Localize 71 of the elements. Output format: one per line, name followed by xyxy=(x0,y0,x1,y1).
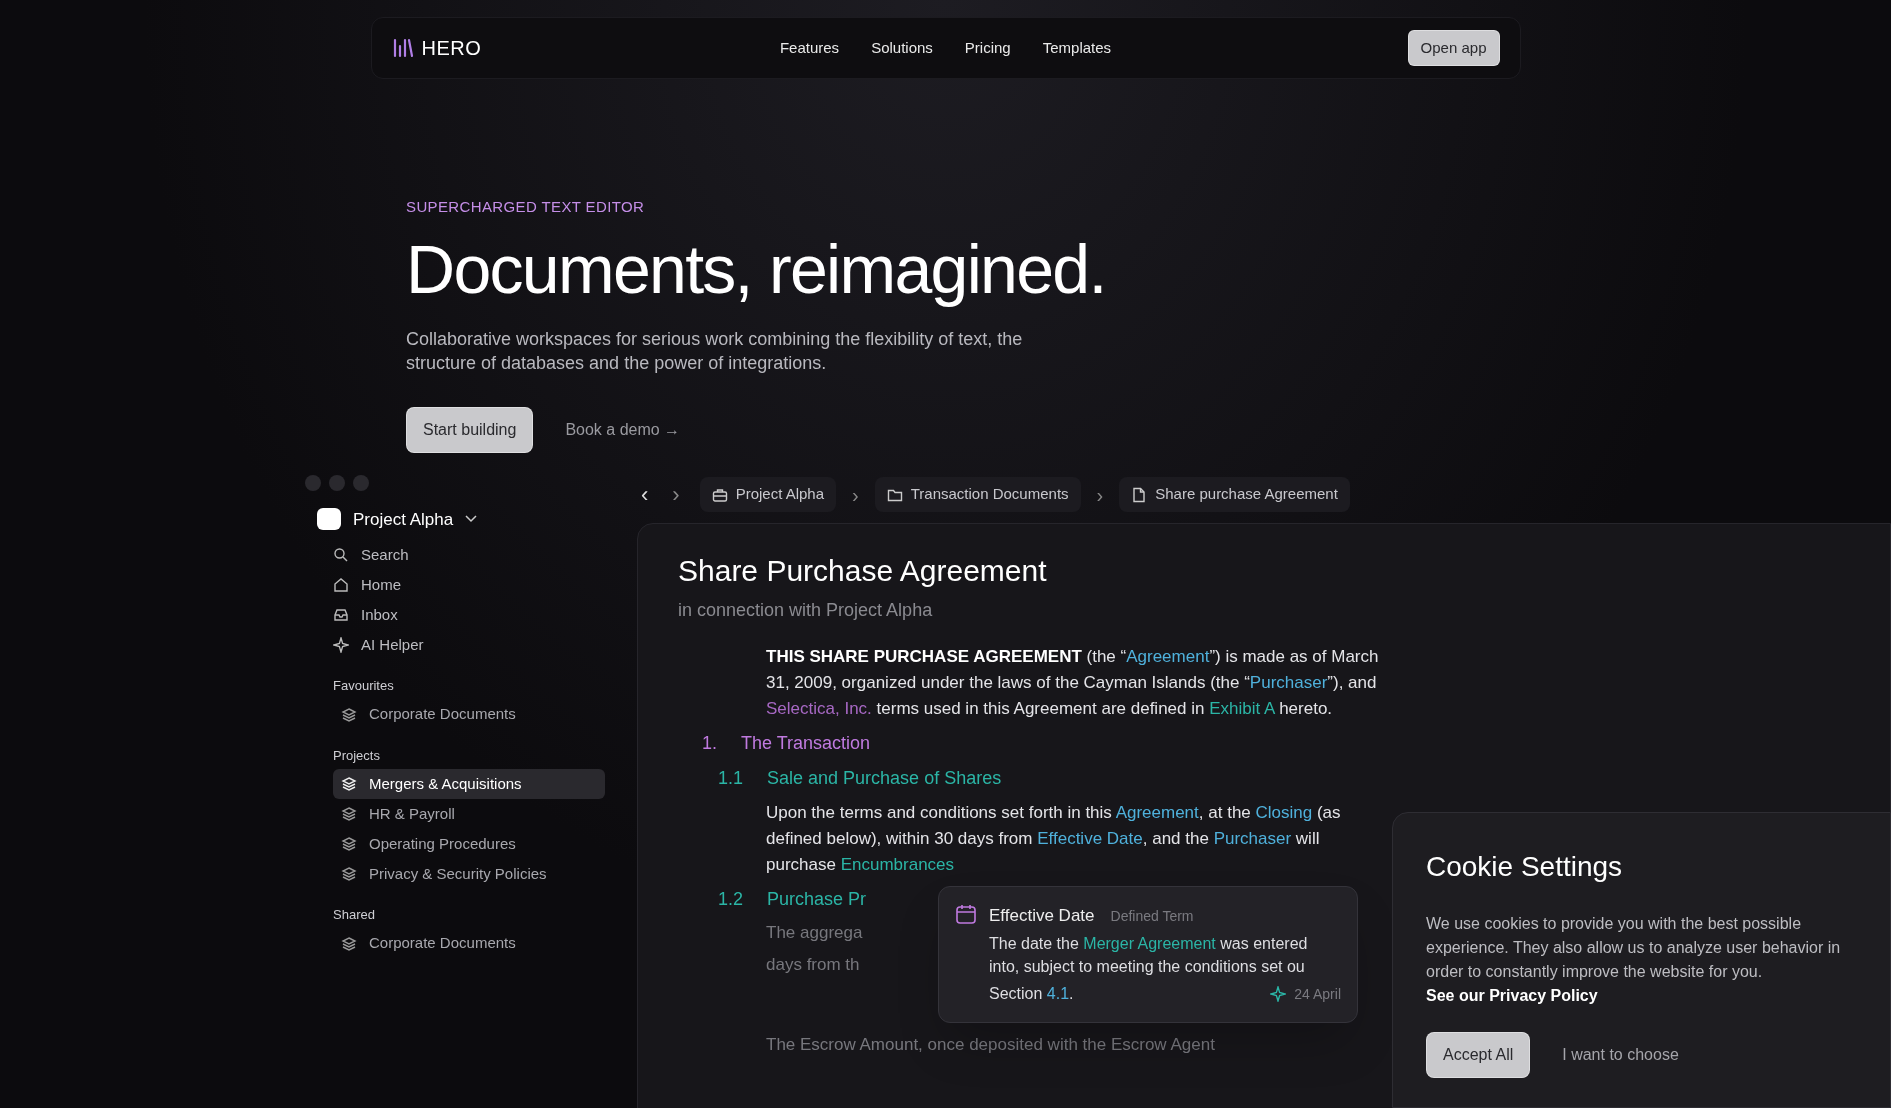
sidebar-section-title: Favourites xyxy=(333,677,395,695)
popover-title: Effective Date xyxy=(989,904,1095,927)
file-icon xyxy=(1131,486,1148,503)
breadcrumb-separator: › xyxy=(852,482,859,508)
sidebar-section-title: Shared xyxy=(333,906,376,924)
eyebrow-text: SUPERCHARGED TEXT EDITOR xyxy=(406,197,646,217)
sparkle-icon xyxy=(1270,986,1287,1002)
faded-paragraph: days from th xyxy=(765,953,860,976)
cookie-text: We use cookies to provide you with the best possible experience. They also allow us to analyze user behavior in order to constantly improve the website for you. xyxy=(1426,914,1842,982)
sidebar-nav-item[interactable]: Home xyxy=(333,570,605,600)
breadcrumb-separator: › xyxy=(1096,482,1104,508)
sidebar-section-title: Projects xyxy=(333,746,381,765)
book-demo-link[interactable]: Book a demo → xyxy=(565,417,681,442)
popover-text: The date the Merger Agreement was entered into, subject to meeting the conditions set ou xyxy=(989,934,1309,977)
layers-icon xyxy=(341,806,357,822)
popover-text: Section 4.1. xyxy=(989,984,1074,1004)
section-heading: Purchase Pr xyxy=(767,887,867,911)
start-building-button[interactable]: Start building xyxy=(406,406,534,453)
faded-paragraph: The aggrega xyxy=(765,921,863,944)
nav-link[interactable]: Features xyxy=(779,36,840,60)
sidebar-item[interactable]: Mergers & Acquisitions xyxy=(333,769,605,799)
workspace-icon xyxy=(317,508,341,531)
popover-tag: Defined Term xyxy=(1110,905,1194,927)
sidebar-nav-item[interactable]: Search xyxy=(333,540,605,570)
logo-icon xyxy=(391,38,414,58)
sidebar-item[interactable]: Corporate Documents xyxy=(333,928,605,959)
breadcrumb[interactable]: Project Alpha xyxy=(699,477,837,512)
section-number: 1.2 xyxy=(718,887,744,911)
sidebar-item[interactable]: Corporate Documents xyxy=(333,699,605,730)
section-heading: Sale and Purchase of Shares xyxy=(767,766,1002,790)
document-paragraph: Upon the terms and conditions set forth in this Agreement, at the Closing (as defined below), within 30 days from Effective Date, and the Purchaser will purchase Encumbrances xyxy=(765,801,1342,876)
layers-icon xyxy=(341,935,357,952)
sidebar-nav-item[interactable]: AI Helper xyxy=(333,630,605,660)
document-paragraph: THIS SHARE PURCHASE AGREEMENT (the “Agreement”) is made as of March 31, 2009, organized under the laws of the Cayman Islands (the “Purchaser”), and Selectica, Inc. terms used in this Agreement are defined in Exhibit A hereto. xyxy=(765,645,1380,720)
chevron-down-icon[interactable] xyxy=(465,515,478,524)
nav-link[interactable]: Templates xyxy=(1042,36,1112,60)
faded-paragraph: The Escrow Amount, once deposited with the Escrow Agent xyxy=(765,1033,1215,1056)
popover-date: 24 April xyxy=(1294,984,1341,1004)
inbox-icon xyxy=(333,607,349,623)
layers-icon xyxy=(341,866,357,882)
section-number: 1. xyxy=(702,731,717,755)
document-title: Share Purchase Agreement xyxy=(678,552,1048,589)
logo-text[interactable]: HERO xyxy=(421,33,482,63)
back-button[interactable]: ‹ xyxy=(637,478,653,511)
nav-link[interactable]: Solutions xyxy=(871,36,933,60)
choose-button[interactable]: I want to choose xyxy=(1562,1043,1679,1067)
cookie-title: Cookie Settings xyxy=(1426,850,1624,884)
privacy-policy-link[interactable]: See our Privacy Policy xyxy=(1426,984,1598,1008)
search-icon xyxy=(333,547,349,563)
breadcrumb[interactable]: Transaction Documents xyxy=(874,477,1081,512)
calendar-icon xyxy=(955,902,977,925)
workspace-name[interactable]: Project Alpha xyxy=(353,506,454,532)
nav-link[interactable]: Pricing xyxy=(964,36,1011,60)
sidebar-item[interactable]: Operating Procedures xyxy=(333,829,605,859)
layers-icon xyxy=(341,836,357,852)
home-icon xyxy=(333,577,349,593)
layers-icon xyxy=(341,776,357,792)
sparkle-icon xyxy=(333,637,349,653)
sidebar-item[interactable]: Privacy & Security Policies xyxy=(333,859,605,889)
sidebar-item[interactable]: HR & Payroll xyxy=(333,799,605,829)
document-subtitle: in connection with Project Alpha xyxy=(678,598,934,622)
sidebar-nav-item[interactable]: Inbox xyxy=(333,600,605,630)
forward-button[interactable]: › xyxy=(668,478,684,511)
accept-all-button[interactable]: Accept All xyxy=(1426,1032,1531,1078)
open-app-button[interactable]: Open app xyxy=(1407,29,1500,67)
hero-subtitle: Collaborative workspaces for serious work combining the flexibility of text, the structure of databases and the power of integrations. xyxy=(406,327,1024,375)
section-heading: The Transaction xyxy=(741,731,871,755)
layers-icon xyxy=(341,706,357,723)
breadcrumb[interactable]: Share purchase Agreement xyxy=(1119,477,1350,512)
section-number: 1.1 xyxy=(718,766,744,790)
briefcase-icon xyxy=(711,486,728,503)
